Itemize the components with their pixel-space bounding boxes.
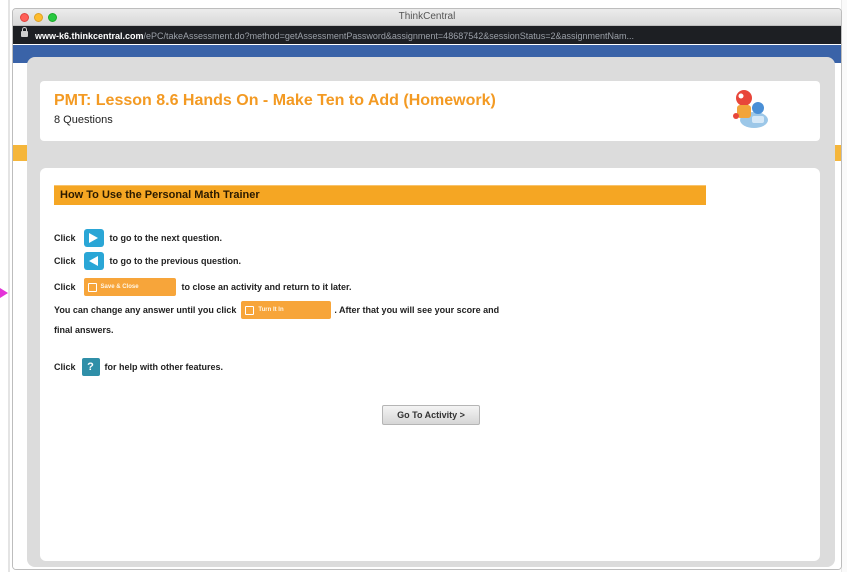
previous-arrow-icon	[83, 252, 104, 270]
instruction-help: Click ? for help with other features.	[54, 358, 223, 376]
instruction-final-answers: final answers.	[54, 325, 114, 335]
url-host[interactable]: www-k6.thinkcentral.com	[35, 31, 144, 41]
instruction-turn-in: You can change any answer until you clic…	[54, 301, 499, 319]
instruction-help-suffix: for help with other features.	[104, 362, 224, 372]
instruction-turn-in-suffix: . After that you will see your score and	[334, 305, 500, 315]
window-titlebar: ThinkCentral	[13, 9, 841, 26]
instruction-save-suffix: to close an activity and return to it la…	[181, 282, 352, 292]
turn-in-sample-button: Turn It In	[241, 301, 332, 319]
lock-icon	[21, 27, 28, 37]
instruction-save: Click Save & Close to close an activity …	[54, 278, 352, 296]
instruction-final-answers-text: final answers.	[54, 325, 114, 335]
window-title: ThinkCentral	[398, 11, 456, 22]
next-arrow-icon	[83, 229, 104, 247]
turn-in-icon	[245, 305, 255, 315]
go-to-activity-button[interactable]: Go To Activity >	[382, 405, 480, 425]
instructions-card: How To Use the Personal Math Trainer Cli…	[40, 168, 820, 561]
url-path[interactable]: /ePC/takeAssessment.do?method=getAssessm…	[144, 31, 635, 41]
instruction-next: Click to go to the next question.	[54, 229, 222, 247]
save-close-label: Save & Close	[100, 284, 139, 290]
instruction-next-prefix: Click	[54, 233, 76, 243]
howto-heading: How To Use the Personal Math Trainer	[60, 189, 260, 201]
instruction-previous-suffix: to go to the previous question.	[109, 256, 242, 266]
personal-math-trainer-icon	[733, 90, 768, 128]
address-bar[interactable]: www-k6.thinkcentral.com/ePC/takeAssessme…	[13, 26, 841, 44]
instruction-previous-prefix: Click	[54, 256, 76, 266]
screen: ThinkCentral www-k6.thinkcentral.com/ePC…	[0, 0, 847, 572]
left-edge-divider	[8, 0, 10, 572]
page-title: PMT: Lesson 8.6 Hands On - Make Ten to A…	[54, 92, 496, 109]
save-icon	[87, 282, 97, 292]
browser-window: ThinkCentral www-k6.thinkcentral.com/ePC…	[12, 8, 842, 570]
instruction-turn-in-prefix: You can change any answer until you clic…	[54, 305, 237, 315]
page-content: PMT: Lesson 8.6 Hands On - Make Ten to A…	[13, 45, 841, 569]
instruction-previous: Click to go to the previous question.	[54, 252, 241, 270]
save-close-sample-button: Save & Close	[83, 278, 176, 296]
assessment-header: PMT: Lesson 8.6 Hands On - Make Ten to A…	[40, 81, 820, 141]
instruction-help-prefix: Click	[54, 362, 76, 372]
instruction-next-suffix: to go to the next question.	[109, 233, 223, 243]
question-count: 8 Questions	[54, 114, 113, 126]
howto-banner: How To Use the Personal Math Trainer	[54, 185, 706, 205]
turn-in-label: Turn It In	[258, 307, 284, 313]
instruction-save-prefix: Click	[54, 282, 76, 292]
annotation-arrow-icon	[0, 288, 8, 298]
help-icon: ?	[81, 358, 100, 376]
